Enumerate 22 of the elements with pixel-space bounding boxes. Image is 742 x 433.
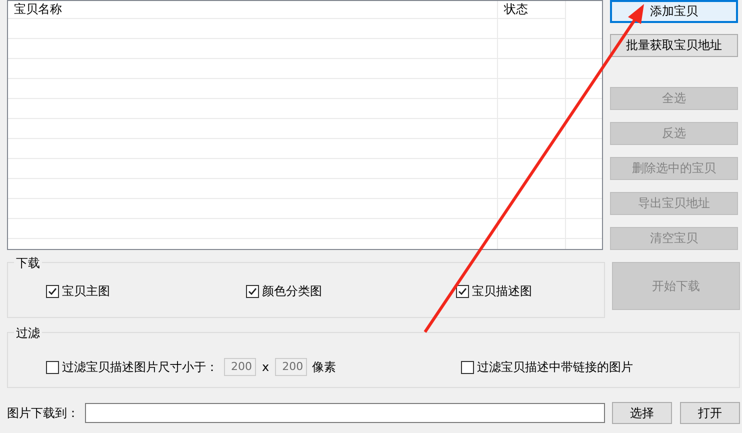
action-button[interactable]: 添加宝贝 <box>610 0 738 23</box>
dialog-button[interactable]: 选择 <box>612 402 672 424</box>
column-header[interactable]: 宝贝名称 <box>8 1 498 19</box>
checkbox[interactable] <box>46 360 59 374</box>
save-path-field[interactable] <box>85 403 605 423</box>
checkbox-label[interactable]: 宝贝描述图 <box>472 283 532 300</box>
dialog-button[interactable]: 打开 <box>680 402 740 424</box>
checkbox[interactable] <box>461 360 474 374</box>
unit-label: 像素 <box>312 358 336 376</box>
save-path-label: 图片下载到： <box>7 404 79 422</box>
width-field[interactable]: 200 <box>224 358 256 376</box>
column-header[interactable]: 状态 <box>498 1 566 19</box>
checkbox-label[interactable]: 过滤宝贝描述中带链接的图片 <box>477 358 634 376</box>
checkbox[interactable] <box>456 285 469 298</box>
checkbox-label[interactable]: 宝贝主图 <box>62 283 110 300</box>
action-button[interactable]: 批量获取宝贝地址 <box>610 34 738 57</box>
height-field[interactable]: 200 <box>275 358 308 376</box>
checkbox[interactable] <box>46 285 59 298</box>
times-sign: x <box>262 360 270 374</box>
checkbox[interactable] <box>246 285 259 298</box>
checkbox-label[interactable]: 过滤宝贝描述图片尺寸小于： <box>62 358 218 376</box>
checkbox-label[interactable]: 颜色分类图 <box>262 283 322 300</box>
